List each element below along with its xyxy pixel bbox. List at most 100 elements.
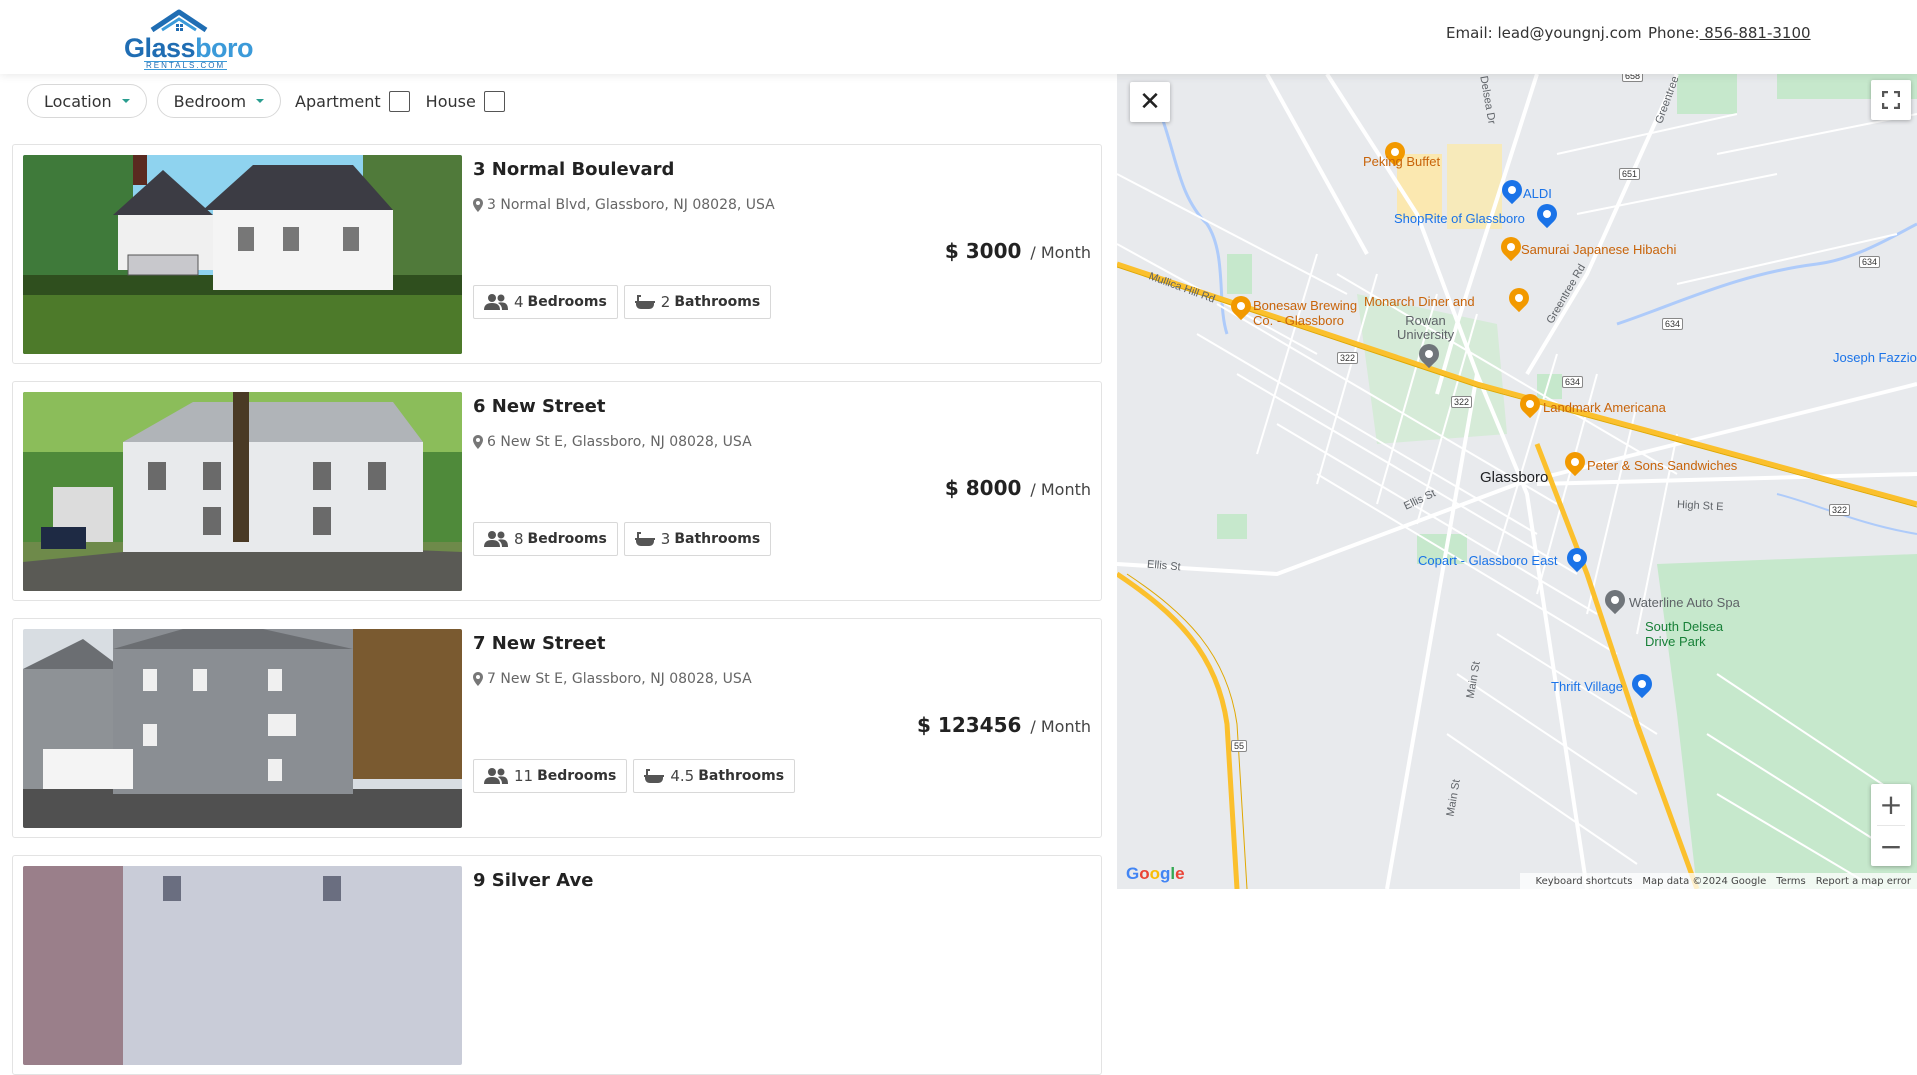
close-map-button[interactable]: ✕ bbox=[1130, 82, 1170, 122]
bedrooms-badge: 4 Bedrooms bbox=[473, 285, 618, 319]
bathrooms-count: 4.5 bbox=[670, 767, 695, 785]
bathrooms-badge: 2 Bathrooms bbox=[623, 285, 772, 319]
price-amount: $ 123456 bbox=[917, 713, 1022, 737]
apartment-label: Apartment bbox=[295, 91, 381, 111]
route-shield: 322 bbox=[1451, 396, 1473, 408]
poi-rowan-university[interactable]: Rowan University bbox=[1397, 314, 1454, 342]
apartment-checkbox[interactable] bbox=[388, 90, 410, 112]
route-shield: 658 bbox=[1622, 74, 1644, 82]
listing-title[interactable]: 7 New Street bbox=[473, 633, 605, 654]
logo-subtitle: RENTALS.COM bbox=[144, 61, 228, 70]
fullscreen-button[interactable] bbox=[1871, 80, 1911, 120]
poi-copart[interactable]: Copart - Glassboro East bbox=[1418, 553, 1557, 568]
location-dropdown[interactable]: Location bbox=[27, 84, 147, 118]
caret-down-icon bbox=[121, 99, 130, 103]
listing-photo[interactable] bbox=[23, 392, 462, 591]
listing-card[interactable]: 3 Normal Boulevard 3 Normal Blvd, Glassb… bbox=[12, 144, 1102, 364]
bedrooms-count: 8 bbox=[514, 530, 524, 548]
poi-thrift-village[interactable]: Thrift Village bbox=[1551, 679, 1623, 694]
poi-bonesaw[interactable]: Bonesaw Brewing Co. - Glassboro bbox=[1253, 298, 1357, 328]
poi-peking-buffet[interactable]: Peking Buffet bbox=[1363, 154, 1440, 169]
house-label: House bbox=[425, 91, 476, 111]
poi-shoprite[interactable]: ShopRite of Glassboro bbox=[1394, 211, 1525, 226]
listing-features: 4 Bedrooms 2 Bathrooms bbox=[473, 285, 777, 319]
fullscreen-icon bbox=[1882, 91, 1900, 109]
site-logo[interactable]: Glassboro RENTALS.COM bbox=[124, 8, 254, 70]
bathrooms-label: Bathrooms bbox=[674, 294, 761, 310]
map-marker-icon bbox=[473, 198, 483, 212]
poi-waterline[interactable]: Waterline Auto Spa bbox=[1629, 595, 1740, 610]
zoom-out-button[interactable]: − bbox=[1871, 826, 1911, 867]
listing-photo[interactable] bbox=[23, 866, 462, 1065]
phone-link[interactable]: 856-881-3100 bbox=[1700, 24, 1810, 42]
bathtub-icon bbox=[634, 295, 655, 309]
users-icon bbox=[484, 768, 508, 784]
bathtub-icon bbox=[634, 532, 655, 546]
bathrooms-badge: 4.5 Bathrooms bbox=[633, 759, 796, 793]
map-marker-icon bbox=[473, 435, 483, 449]
poi-monarch-diner[interactable]: Monarch Diner and bbox=[1364, 294, 1475, 309]
logo-wordmark: Glassboro bbox=[124, 33, 254, 63]
price-period: / Month bbox=[1030, 717, 1091, 736]
bedrooms-label: Bedrooms bbox=[527, 294, 607, 310]
listing-price: $ 8000 / Month bbox=[945, 476, 1091, 500]
report-error-link[interactable]: Report a map error bbox=[1816, 876, 1911, 887]
bedrooms-badge: 8 Bedrooms bbox=[473, 522, 618, 556]
route-shield: 634 bbox=[1662, 318, 1684, 330]
price-period: / Month bbox=[1030, 480, 1091, 499]
bathrooms-label: Bathrooms bbox=[674, 531, 761, 547]
site-header: Glassboro RENTALS.COM Email: lead@youngn… bbox=[0, 0, 1917, 74]
caret-down-icon bbox=[256, 99, 265, 103]
listing-photo[interactable] bbox=[23, 155, 462, 354]
listing-address: 7 New St E, Glassboro, NJ 08028, USA bbox=[473, 671, 752, 687]
bedroom-dropdown-label: Bedroom bbox=[173, 91, 247, 111]
route-shield: 55 bbox=[1231, 740, 1248, 752]
phone-label: Phone: bbox=[1648, 24, 1700, 42]
google-logo[interactable]: Google bbox=[1126, 864, 1185, 884]
bedrooms-count: 4 bbox=[514, 293, 524, 311]
route-shield: 634 bbox=[1562, 376, 1584, 388]
listing-photo[interactable] bbox=[23, 629, 462, 828]
map-panel[interactable]: Peking Buffet ALDI ShopRite of Glassboro… bbox=[1117, 74, 1917, 889]
map-data-text: Map data ©2024 Google bbox=[1642, 875, 1767, 887]
city-label-glassboro: Glassboro bbox=[1480, 469, 1549, 486]
location-dropdown-label: Location bbox=[44, 91, 112, 111]
users-icon bbox=[484, 294, 508, 310]
map-marker-icon bbox=[473, 672, 483, 686]
listing-price: $ 3000 / Month bbox=[945, 239, 1091, 263]
poi-landmark-americana[interactable]: Landmark Americana bbox=[1543, 400, 1666, 415]
keyboard-shortcuts-link[interactable]: Keyboard shortcuts bbox=[1536, 876, 1633, 887]
terms-link[interactable]: Terms bbox=[1776, 876, 1805, 887]
listing-address-text: 3 Normal Blvd, Glassboro, NJ 08028, USA bbox=[487, 197, 775, 213]
road-label: High St E bbox=[1676, 498, 1724, 514]
listing-title[interactable]: 3 Normal Boulevard bbox=[473, 159, 674, 180]
listing-price: $ 123456 / Month bbox=[917, 713, 1091, 737]
bedrooms-label: Bedrooms bbox=[527, 531, 607, 547]
bedrooms-badge: 11 Bedrooms bbox=[473, 759, 628, 793]
bedroom-dropdown[interactable]: Bedroom bbox=[156, 84, 282, 118]
filter-bar: Location Bedroom Apartment House bbox=[27, 84, 517, 118]
poi-samurai[interactable]: Samurai Japanese Hibachi bbox=[1521, 242, 1676, 257]
listing-card[interactable]: 6 New Street 6 New St E, Glassboro, NJ 0… bbox=[12, 381, 1102, 601]
bathtub-icon bbox=[644, 769, 665, 783]
listing-features: 8 Bedrooms 3 Bathrooms bbox=[473, 522, 777, 556]
map-attribution: Keyboard shortcuts Map data ©2024 Google… bbox=[1519, 873, 1917, 889]
contact-phone: Phone: 856-881-3100 bbox=[1648, 24, 1811, 42]
listing-title[interactable]: 6 New Street bbox=[473, 396, 605, 417]
price-period: / Month bbox=[1030, 243, 1091, 262]
price-amount: $ 3000 bbox=[944, 239, 1022, 263]
listing-address-text: 7 New St E, Glassboro, NJ 08028, USA bbox=[487, 671, 752, 687]
zoom-in-button[interactable]: + bbox=[1871, 784, 1911, 825]
listing-card[interactable]: 7 New Street 7 New St E, Glassboro, NJ 0… bbox=[12, 618, 1102, 838]
listing-title[interactable]: 9 Silver Ave bbox=[473, 870, 593, 891]
bathrooms-count: 3 bbox=[660, 530, 671, 548]
bedrooms-label: Bedrooms bbox=[537, 768, 617, 784]
poi-aldi[interactable]: ALDI bbox=[1523, 186, 1552, 201]
poi-south-delsea-park[interactable]: South Delsea Drive Park bbox=[1645, 619, 1723, 649]
house-checkbox[interactable] bbox=[483, 90, 505, 112]
poi-peter-sons[interactable]: Peter & Sons Sandwiches bbox=[1587, 458, 1737, 473]
listing-address: 3 Normal Blvd, Glassboro, NJ 08028, USA bbox=[473, 197, 775, 213]
listing-card[interactable]: 9 Silver Ave bbox=[12, 855, 1102, 1075]
poi-joseph-fazzio[interactable]: Joseph Fazzio bbox=[1833, 350, 1917, 365]
route-shield: 651 bbox=[1619, 168, 1641, 180]
